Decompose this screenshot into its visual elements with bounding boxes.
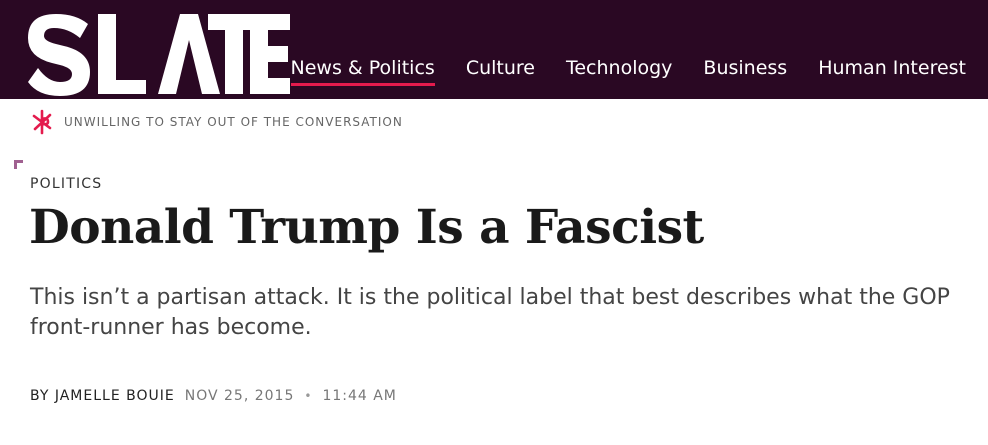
- nav-culture[interactable]: Culture: [466, 56, 535, 80]
- byline-separator: •: [304, 389, 313, 403]
- article-dek: This isn’t a partisan attack. It is the …: [30, 285, 950, 340]
- section-label[interactable]: POLITICS: [30, 176, 102, 192]
- byline-author[interactable]: BY JAMELLE BOUIE: [30, 388, 175, 404]
- site-tagline: UNWILLING TO STAY OUT OF THE CONVERSATIO…: [30, 108, 403, 136]
- byline-time: 11:44 AM: [322, 388, 397, 404]
- article-headline: Donald Trump Is a Fascist: [29, 200, 704, 255]
- byline-date: NOV 25, 2015: [184, 388, 295, 404]
- nav-business[interactable]: Business: [703, 56, 787, 80]
- nav-technology[interactable]: Technology: [566, 56, 672, 80]
- slate-logo[interactable]: [28, 10, 290, 96]
- nav-human-interest[interactable]: Human Interest: [818, 56, 966, 80]
- primary-nav: News & Politics Culture Technology Busin…: [290, 56, 966, 86]
- tagline-text: UNWILLING TO STAY OUT OF THE CONVERSATIO…: [64, 115, 403, 129]
- nav-news-politics[interactable]: News & Politics: [290, 56, 436, 86]
- article-byline: BY JAMELLE BOUIE NOV 25, 2015 • 11:44 AM: [30, 388, 397, 404]
- slate-burst-icon: [32, 109, 52, 135]
- site-header: News & Politics Culture Technology Busin…: [0, 0, 988, 99]
- page: News & Politics Culture Technology Busin…: [0, 0, 988, 445]
- corner-mark-icon: [14, 160, 23, 169]
